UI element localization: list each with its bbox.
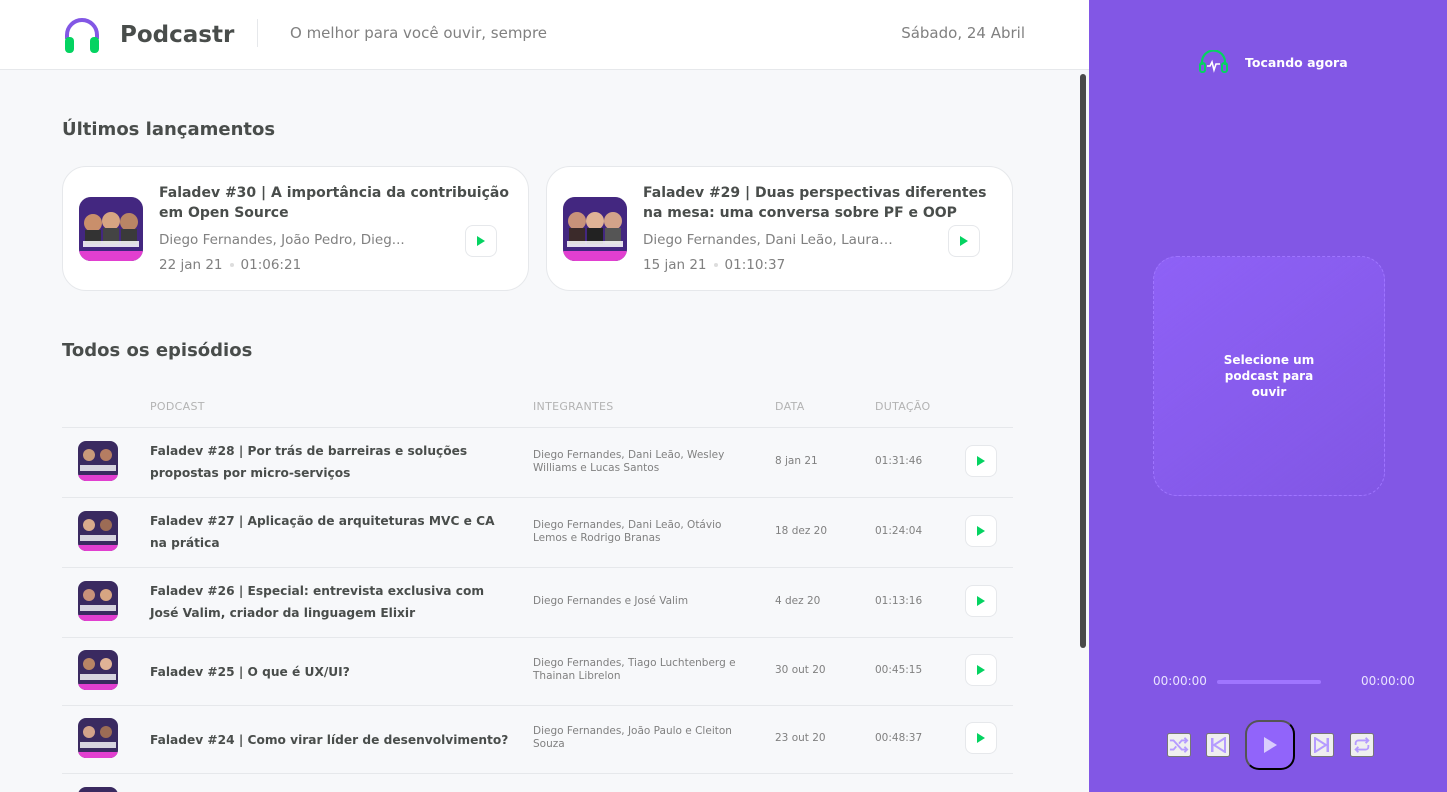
latest-section-title: Últimos lançamentos xyxy=(62,119,276,140)
episode-thumbnail xyxy=(78,650,118,690)
table-row[interactable]: Faladev #24 | Como virar líder de desenv… xyxy=(62,705,1013,773)
logo: Podcastr xyxy=(62,15,234,55)
header: Podcastr O melhor para você ouvir, sempr… xyxy=(0,0,1089,70)
headphones-logo-icon xyxy=(65,18,99,53)
episode-duration: 01:10:37 xyxy=(724,257,786,273)
episode-thumbnail xyxy=(78,787,118,792)
row-duration: 00:45:15 xyxy=(875,664,923,676)
current-time: 00:00:00 xyxy=(1153,674,1207,688)
episode-thumbnail xyxy=(78,441,118,481)
play-icon xyxy=(960,236,968,246)
row-episode-title[interactable]: Faladev #28 | Por trás de barreiras e so… xyxy=(150,440,510,484)
play-icon xyxy=(977,456,985,466)
row-date: 30 out 20 xyxy=(775,664,826,676)
player-panel: Tocando agora Selecione um podcast para … xyxy=(1089,0,1447,792)
row-members: Diego Fernandes, João Paulo e Cleiton So… xyxy=(533,725,732,750)
previous-button[interactable] xyxy=(1206,733,1230,757)
app-name: Podcastr xyxy=(120,22,235,48)
row-date: 23 out 20 xyxy=(775,732,826,744)
latest-episode-card[interactable]: Faladev #30 | A importância da contribui… xyxy=(62,166,529,291)
episode-members: Diego Fernandes, Dani Leão, Laura ... xyxy=(643,232,893,248)
row-duration: 01:31:46 xyxy=(875,455,923,467)
now-playing-header: Tocando agora xyxy=(1199,50,1348,74)
row-episode-title[interactable]: Faladev #26 | Especial: entrevista exclu… xyxy=(150,580,510,624)
episode-date: 15 jan 21 xyxy=(643,257,707,273)
row-episode-title[interactable]: Faladev #24 | Como virar líder de desenv… xyxy=(150,729,510,751)
progress-bar-area: 00:00:00 00:00:00 xyxy=(1153,674,1415,688)
table-row[interactable]: Faladev #28 | Por trás de barreiras e so… xyxy=(62,427,1013,497)
play-pause-button[interactable] xyxy=(1245,720,1295,770)
tagline: O melhor para você ouvir, sempre xyxy=(290,24,548,42)
play-button[interactable] xyxy=(965,515,997,547)
episode-thumbnail xyxy=(79,197,143,261)
separator-dot xyxy=(229,263,234,267)
empty-player-box: Selecione um podcast para ouvir xyxy=(1153,256,1385,496)
row-members: Diego Fernandes, Tiago Luchtenberg e Tha… xyxy=(533,657,736,682)
episode-date: 22 jan 21 xyxy=(159,257,223,273)
play-icon xyxy=(1264,737,1277,753)
row-date: 18 dez 20 xyxy=(775,525,828,537)
play-button[interactable] xyxy=(948,225,980,257)
now-playing-label: Tocando agora xyxy=(1245,54,1348,70)
episode-members: Diego Fernandes, João Pedro, Dieg... xyxy=(159,232,405,248)
headphones-icon xyxy=(1199,50,1228,73)
episode-meta: 22 jan 21 01:06:21 xyxy=(159,257,301,273)
episode-duration: 01:06:21 xyxy=(240,257,302,273)
row-episode-title[interactable]: Faladev #25 | O que é UX/UI? xyxy=(150,661,510,683)
play-icon xyxy=(477,236,485,246)
play-button[interactable] xyxy=(965,585,997,617)
play-button[interactable] xyxy=(965,445,997,477)
skip-previous-icon xyxy=(1211,737,1226,753)
play-button[interactable] xyxy=(965,722,997,754)
row-members: Diego Fernandes, Dani Leão, Otávio Lemos… xyxy=(533,519,722,544)
column-header-date: DATA xyxy=(775,400,805,413)
all-episodes-title: Todos os episódios xyxy=(62,340,253,361)
latest-episode-card[interactable]: Faladev #29 | Duas perspectivas diferent… xyxy=(546,166,1013,291)
player-controls xyxy=(1167,720,1387,770)
shuffle-button[interactable] xyxy=(1167,733,1191,757)
repeat-icon xyxy=(1354,737,1370,753)
repeat-button[interactable] xyxy=(1350,733,1374,757)
play-icon xyxy=(977,665,985,675)
episode-thumbnail xyxy=(78,718,118,758)
row-members: Diego Fernandes e José Valim xyxy=(533,595,689,607)
episode-title[interactable]: Faladev #30 | A importância da contribui… xyxy=(159,183,519,223)
shuffle-icon xyxy=(1169,737,1189,753)
play-button[interactable] xyxy=(465,225,497,257)
row-duration: 01:24:04 xyxy=(875,525,923,537)
row-date: 8 jan 21 xyxy=(775,455,818,467)
row-date: 4 dez 20 xyxy=(775,595,821,607)
table-row[interactable]: Faladev #25 | O que é UX/UI? Diego Ferna… xyxy=(62,637,1013,705)
empty-player-message: Selecione um podcast para ouvir xyxy=(1223,353,1315,399)
column-header-members: INTEGRANTES xyxy=(533,400,614,413)
play-button[interactable] xyxy=(965,654,997,686)
total-time: 00:00:00 xyxy=(1361,674,1415,688)
play-icon xyxy=(977,596,985,606)
main-content: Últimos lançamentos Faladev #30 | A impo… xyxy=(0,70,1089,792)
next-button[interactable] xyxy=(1310,733,1334,757)
column-header-duration: DUTAÇÃO xyxy=(875,400,931,413)
row-members: Diego Fernandes, Dani Leão, Wesley Willi… xyxy=(533,449,725,474)
row-episode-title[interactable]: Faladev #27 | Aplicação de arquiteturas … xyxy=(150,510,510,554)
scrollbar[interactable] xyxy=(1080,74,1086,648)
episode-thumbnail xyxy=(78,581,118,621)
play-icon xyxy=(977,526,985,536)
table-row[interactable]: Faladev #26 | Especial: entrevista exclu… xyxy=(62,567,1013,637)
episode-thumbnail xyxy=(563,197,627,261)
episode-title[interactable]: Faladev #29 | Duas perspectivas diferent… xyxy=(643,183,1003,223)
header-divider xyxy=(257,19,258,47)
play-icon xyxy=(977,733,985,743)
episode-thumbnail xyxy=(78,511,118,551)
progress-slider[interactable] xyxy=(1217,680,1321,684)
column-header-podcast: PODCAST xyxy=(150,400,205,413)
table-row[interactable]: Faladev #27 | Aplicação de arquiteturas … xyxy=(62,497,1013,567)
skip-next-icon xyxy=(1314,737,1329,753)
separator-dot xyxy=(713,263,718,267)
episode-meta: 15 jan 21 01:10:37 xyxy=(643,257,785,273)
row-duration: 00:48:37 xyxy=(875,732,923,744)
current-date: Sábado, 24 Abril xyxy=(901,24,1025,42)
table-row[interactable] xyxy=(62,773,1013,792)
row-duration: 01:13:16 xyxy=(875,595,923,607)
